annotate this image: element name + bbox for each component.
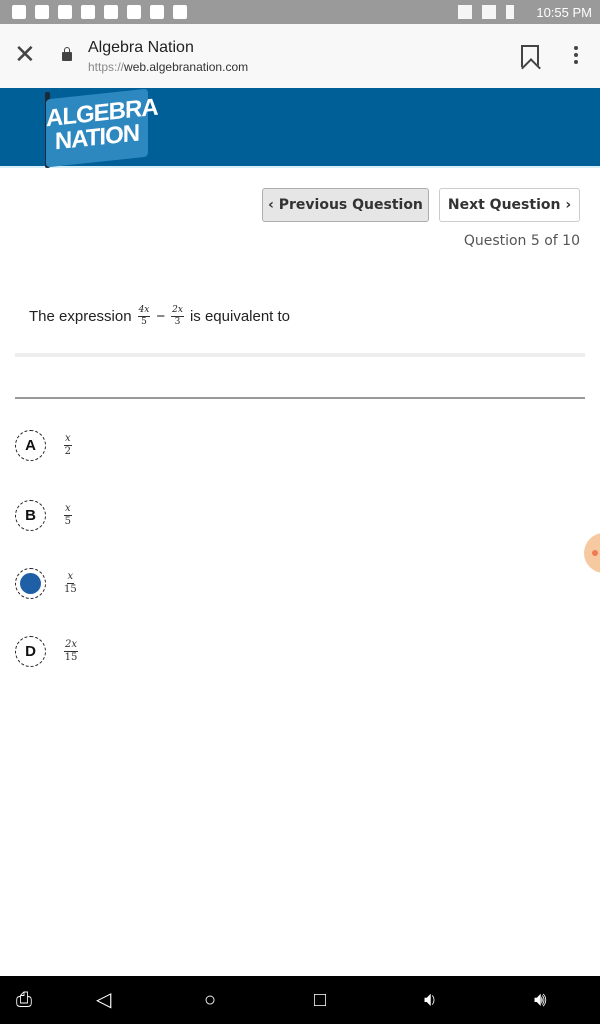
battery-icon (506, 5, 514, 19)
denominator: 15 (64, 584, 77, 595)
home-icon[interactable]: ○ (204, 990, 216, 1010)
url-scheme: https:// (88, 60, 125, 74)
site-header: ALGEBRA NATION (0, 88, 600, 168)
choice-radio[interactable]: D (15, 636, 46, 667)
choice-letter: A (25, 437, 36, 454)
choice-letter: D (25, 643, 36, 660)
choice-fraction: x5 (64, 503, 72, 528)
denominator: 5 (141, 317, 147, 327)
choice-radio[interactable]: B (15, 500, 46, 531)
more-menu-icon[interactable] (574, 46, 579, 67)
operator: − (156, 308, 166, 325)
divider (15, 353, 585, 357)
answer-choice-c[interactable]: x 15 (15, 568, 79, 599)
notification-icons (12, 5, 187, 19)
previous-question-button[interactable]: ‹ Previous Question (262, 188, 429, 222)
divider (15, 397, 585, 399)
question-suffix: is equivalent to (189, 308, 291, 325)
numerator: x (64, 503, 72, 516)
numerator: x (66, 571, 75, 584)
volume-down-icon[interactable]: 🔉︎ (424, 990, 437, 1010)
bookmark-icon[interactable] (521, 45, 539, 67)
lock-icon (62, 47, 72, 61)
answer-choice-a[interactable]: A x2 (15, 430, 74, 461)
choice-fraction: x2 (64, 433, 72, 458)
choice-radio[interactable] (15, 568, 46, 599)
browser-toolbar: ✕ Algebra Nation https://web.algebranati… (0, 24, 600, 88)
status-bar: 10:55 PM (0, 0, 600, 24)
choice-fraction: 2x 15 (64, 639, 79, 664)
answer-choice-d[interactable]: D 2x 15 (15, 636, 80, 667)
choice-letter: B (25, 507, 36, 524)
system-icons (458, 5, 514, 19)
page-title: Algebra Nation (88, 39, 194, 56)
answer-choice-b[interactable]: B x5 (15, 500, 74, 531)
screenshot-icon[interactable]: ⎙ (16, 990, 32, 1010)
question-prefix: The expression (29, 308, 132, 325)
next-question-button[interactable]: Next Question › (439, 188, 580, 222)
next-label: Next Question (447, 197, 561, 213)
denominator: 2 (64, 446, 71, 457)
url-host: web.algebranation.com (124, 60, 249, 74)
numerator: 2x (64, 639, 79, 652)
numerator: x (64, 433, 72, 446)
wifi-icon (482, 5, 496, 19)
numerator: 2x (171, 305, 184, 317)
floating-assistant-button[interactable] (584, 533, 600, 573)
question-text: The expression 4x 5 − 2x 3 is equivalent t… (29, 305, 290, 328)
recents-icon[interactable]: □ (314, 990, 326, 1010)
question-counter: Question 5 of 10 (463, 233, 580, 249)
choice-fraction: x 15 (64, 571, 77, 596)
android-nav-bar: ⎙ ◁ ○ □ 🔉︎ 🔊︎ (0, 976, 600, 1024)
fraction: 4x 5 (137, 305, 151, 328)
clock: 10:55 PM (536, 5, 592, 20)
numerator: 4x (137, 305, 151, 317)
fraction: 2x 3 (171, 305, 184, 328)
close-icon[interactable]: ✕ (14, 41, 36, 67)
choice-radio[interactable]: A (15, 430, 46, 461)
volume-up-icon[interactable]: 🔊︎ (534, 990, 547, 1010)
denominator: 3 (174, 317, 181, 327)
back-icon[interactable]: ◁ (96, 990, 111, 1010)
denominator: 5 (64, 516, 71, 527)
denominator: 15 (64, 652, 78, 663)
previous-label: Previous Question (278, 197, 423, 213)
selected-dot (20, 573, 41, 594)
algebra-nation-logo[interactable]: ALGEBRA NATION (46, 88, 158, 168)
url[interactable]: https://web.algebranation.com (88, 60, 248, 74)
cast-icon (458, 5, 472, 19)
